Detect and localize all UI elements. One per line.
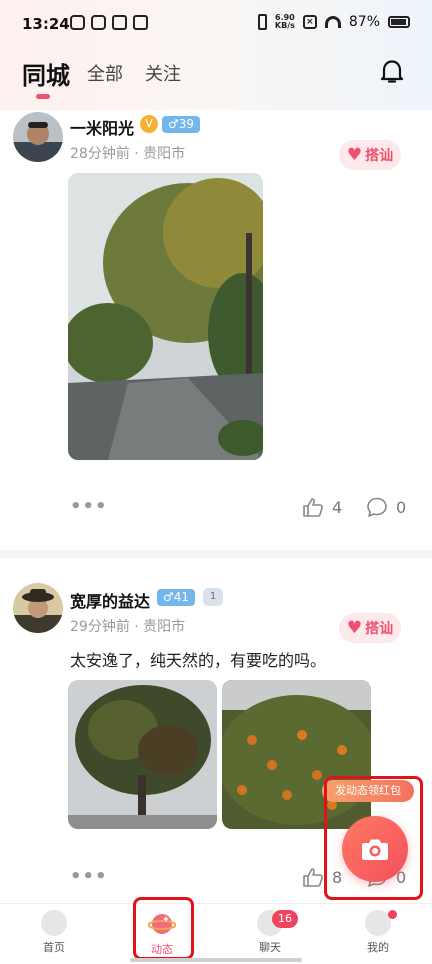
status-app-icons [70, 15, 148, 30]
heart-icon: ♥ [346, 144, 363, 165]
gender-age-badge: ♂41 [157, 589, 196, 606]
home-icon [41, 910, 67, 936]
wechat-icon [112, 15, 127, 30]
avatar[interactable] [13, 583, 63, 633]
sim-off-icon: × [302, 15, 317, 29]
comment-icon [367, 497, 387, 517]
home-indicator [130, 958, 302, 962]
post-username[interactable]: 宽厚的益达 [70, 588, 150, 612]
battery-icon [388, 16, 410, 28]
highlight-box-camera [324, 776, 423, 900]
flirt-button[interactable]: ♥ 搭讪 [339, 613, 401, 643]
wifi-icon [324, 16, 341, 28]
gender-age-badge: ♂39 [162, 116, 201, 133]
network-speed: 6.90 KB/s [274, 13, 295, 30]
nav-home[interactable]: 首页 [24, 910, 84, 955]
status-indicators: 6.90 KB/s × 87% [257, 13, 410, 30]
heart-icon: ♥ [346, 617, 363, 638]
more-options-icon[interactable]: ••• [70, 866, 108, 887]
highlight-box-moments [133, 897, 194, 960]
post-divider [0, 550, 432, 558]
nav-me[interactable]: 我的 [348, 910, 408, 955]
verified-badge-icon: V [140, 115, 158, 133]
chat-unread-badge: 16 [272, 910, 298, 928]
level-badge-icon: 1 [203, 588, 223, 606]
tab-all[interactable]: 全部 [87, 60, 123, 86]
post-time-location: 28分钟前 · 贵阳市 [70, 146, 186, 162]
post-photo[interactable] [68, 173, 263, 460]
status-time: 13:24 [22, 15, 70, 33]
flirt-button[interactable]: ♥ 搭讪 [339, 140, 401, 170]
more-options-icon[interactable]: ••• [70, 496, 108, 517]
thumb-up-icon [303, 498, 323, 517]
battery-percent: 87% [348, 14, 380, 30]
like-button[interactable]: 4 [302, 496, 342, 518]
vibrate-icon [257, 14, 267, 30]
thumb-up-icon [303, 868, 323, 887]
tab-same-city[interactable]: 同城 [22, 56, 70, 91]
active-tab-indicator [36, 94, 50, 99]
post-caption: 太安逸了，纯天然的，有要吃的吗。 [70, 651, 327, 670]
tab-following[interactable]: 关注 [145, 60, 181, 86]
comment-count: 0 [396, 497, 407, 517]
avatar[interactable] [13, 112, 63, 162]
bottom-nav: 首页 动态 聊天 我的 [0, 903, 432, 964]
post-photo[interactable] [68, 680, 217, 829]
bell-icon[interactable] [379, 58, 405, 84]
crown-icon [133, 15, 148, 30]
profile-dot-badge [388, 910, 397, 919]
status-bar: 13:24 6.90 KB/s × 87% [0, 0, 432, 50]
post-username[interactable]: 一米阳光 [70, 115, 134, 139]
app-notification-icon [70, 15, 85, 30]
like-count: 4 [332, 497, 343, 517]
comment-button[interactable]: 0 [366, 496, 406, 518]
post-time-location: 29分钟前 · 贵阳市 [70, 619, 186, 635]
app-notification-icon [91, 15, 106, 30]
